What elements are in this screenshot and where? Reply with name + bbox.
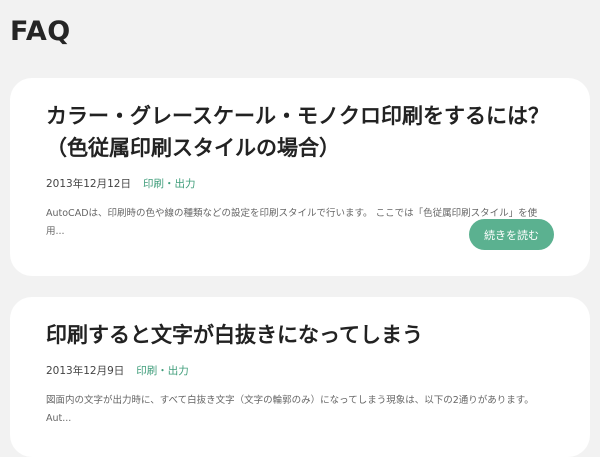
article-date: 2013年12月9日 xyxy=(46,365,125,377)
page-title: FAQ xyxy=(10,16,71,47)
read-more-button[interactable]: 続きを読む xyxy=(469,219,554,250)
article-title[interactable]: 印刷すると文字が白抜きになってしまう xyxy=(46,297,554,351)
article-category-link[interactable]: 印刷・出力 xyxy=(136,363,189,378)
article-meta: 2013年12月9日 印刷・出力 xyxy=(46,363,554,378)
article-meta: 2013年12月12日 印刷・出力 xyxy=(46,176,554,191)
article-card: カラー・グレースケール・モノクロ印刷をするには？（色従属印刷スタイルの場合） 2… xyxy=(10,78,590,276)
article-excerpt: 図面内の文字が出力時に、すべて白抜き文字（文字の輪郭のみ）になってしまう現象は、… xyxy=(46,395,534,424)
article-title[interactable]: カラー・グレースケール・モノクロ印刷をするには？（色従属印刷スタイルの場合） xyxy=(46,78,554,164)
article-date: 2013年12月12日 xyxy=(46,178,131,190)
article-card: 印刷すると文字が白抜きになってしまう 2013年12月9日 印刷・出力 図面内の… xyxy=(10,297,590,457)
article-category-link[interactable]: 印刷・出力 xyxy=(143,176,196,191)
